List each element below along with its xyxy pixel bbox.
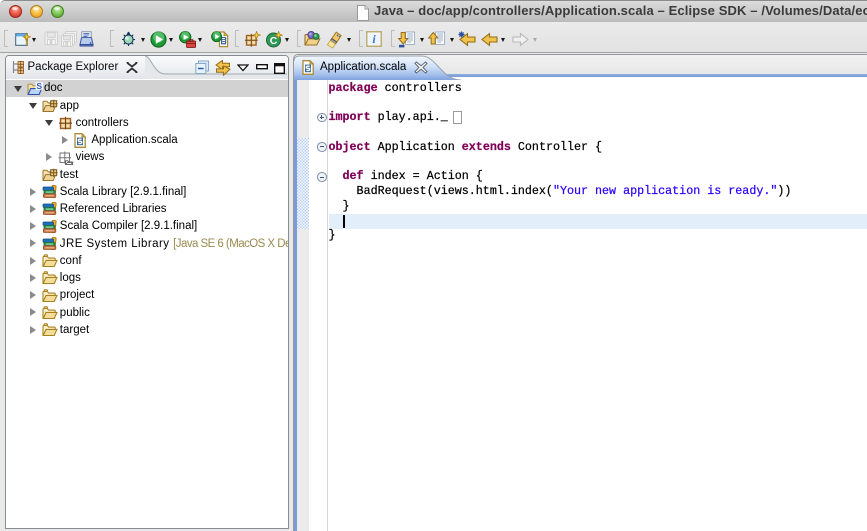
svg-text:C: C	[269, 35, 277, 47]
svg-text:S: S	[36, 82, 42, 91]
